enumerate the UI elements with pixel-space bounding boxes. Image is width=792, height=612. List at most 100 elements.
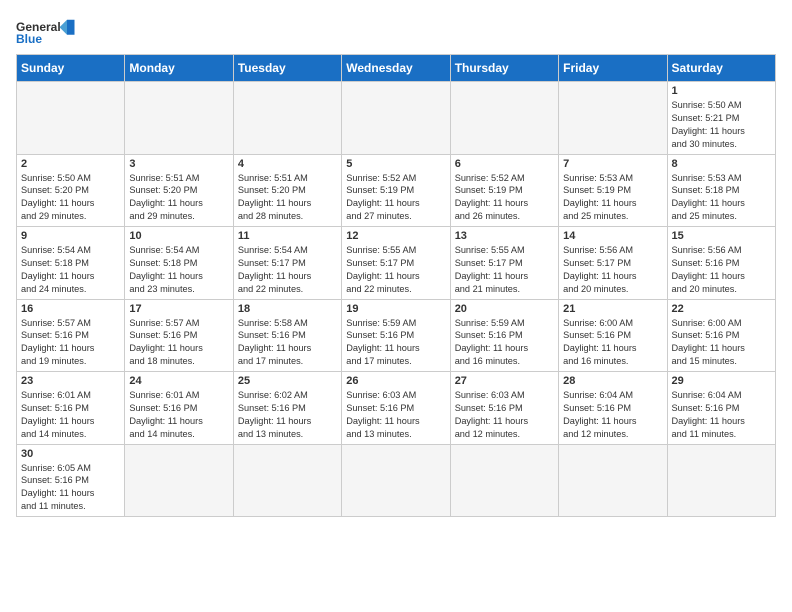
calendar-cell bbox=[233, 444, 341, 517]
logo-svg: General Blue bbox=[16, 16, 76, 46]
calendar-cell: 30Sunrise: 6:05 AM Sunset: 5:16 PM Dayli… bbox=[17, 444, 125, 517]
calendar-header-monday: Monday bbox=[125, 55, 233, 82]
calendar-cell bbox=[667, 444, 775, 517]
calendar-header-row: SundayMondayTuesdayWednesdayThursdayFrid… bbox=[17, 55, 776, 82]
day-number: 5 bbox=[346, 158, 445, 170]
day-info: Sunrise: 6:01 AM Sunset: 5:16 PM Dayligh… bbox=[21, 389, 120, 441]
calendar-cell: 5 Sunrise: 5:52 AM Sunset: 5:19 PM Daylig… bbox=[342, 154, 450, 227]
day-number: 24 bbox=[129, 375, 228, 387]
day-number: 9 bbox=[21, 230, 120, 242]
calendar-header-friday: Friday bbox=[559, 55, 667, 82]
calendar-cell: 11 Sunrise: 5:54 AM Sunset: 5:17 PM Dayli… bbox=[233, 227, 341, 300]
calendar-cell: 6 Sunrise: 5:52 AM Sunset: 5:19 PM Daylig… bbox=[450, 154, 558, 227]
day-number: 1 bbox=[672, 85, 771, 97]
calendar-cell bbox=[559, 82, 667, 155]
calendar-cell: 22Sunrise: 6:00 AM Sunset: 5:16 PM Dayli… bbox=[667, 299, 775, 372]
day-number: 21 bbox=[563, 303, 662, 315]
calendar-cell: 24 Sunrise: 6:01 AM Sunset: 5:16 PM Dayli… bbox=[125, 372, 233, 445]
day-info: Sunrise: 5:53 AM Sunset: 5:19 PM Dayligh… bbox=[563, 172, 662, 224]
calendar-cell: 26 Sunrise: 6:03 AM Sunset: 5:16 PM Dayli… bbox=[342, 372, 450, 445]
day-number: 11 bbox=[238, 230, 337, 242]
svg-text:Blue: Blue bbox=[16, 32, 42, 46]
calendar-cell: 19Sunrise: 5:59 AM Sunset: 5:16 PM Dayli… bbox=[342, 299, 450, 372]
calendar-cell: 7 Sunrise: 5:53 AM Sunset: 5:19 PM Daylig… bbox=[559, 154, 667, 227]
day-number: 29 bbox=[672, 375, 771, 387]
calendar-cell bbox=[125, 444, 233, 517]
calendar-cell: 17 Sunrise: 5:57 AM Sunset: 5:16 PM Dayli… bbox=[125, 299, 233, 372]
day-number: 27 bbox=[455, 375, 554, 387]
calendar-header-thursday: Thursday bbox=[450, 55, 558, 82]
calendar-week-row: 23Sunrise: 6:01 AM Sunset: 5:16 PM Dayli… bbox=[17, 372, 776, 445]
calendar-cell: 3 Sunrise: 5:51 AM Sunset: 5:20 PM Daylig… bbox=[125, 154, 233, 227]
calendar-week-row: 2 Sunrise: 5:50 AM Sunset: 5:20 PM Daylig… bbox=[17, 154, 776, 227]
day-info: Sunrise: 5:51 AM Sunset: 5:20 PM Dayligh… bbox=[129, 172, 228, 224]
day-info: Sunrise: 5:54 AM Sunset: 5:18 PM Dayligh… bbox=[21, 244, 120, 296]
day-number: 13 bbox=[455, 230, 554, 242]
day-info: Sunrise: 6:00 AM Sunset: 5:16 PM Dayligh… bbox=[672, 317, 771, 369]
calendar-cell: 1 Sunrise: 5:50 AM Sunset: 5:21 PM Daylig… bbox=[667, 82, 775, 155]
day-number: 8 bbox=[672, 158, 771, 170]
day-info: Sunrise: 5:50 AM Sunset: 5:21 PM Dayligh… bbox=[672, 99, 771, 151]
day-info: Sunrise: 5:51 AM Sunset: 5:20 PM Dayligh… bbox=[238, 172, 337, 224]
calendar-cell: 21 Sunrise: 6:00 AM Sunset: 5:16 PM Dayli… bbox=[559, 299, 667, 372]
day-number: 12 bbox=[346, 230, 445, 242]
day-info: Sunrise: 5:54 AM Sunset: 5:18 PM Dayligh… bbox=[129, 244, 228, 296]
day-info: Sunrise: 5:50 AM Sunset: 5:20 PM Dayligh… bbox=[21, 172, 120, 224]
header: General Blue bbox=[16, 16, 776, 46]
day-info: Sunrise: 5:57 AM Sunset: 5:16 PM Dayligh… bbox=[21, 317, 120, 369]
calendar-header-tuesday: Tuesday bbox=[233, 55, 341, 82]
calendar-week-row: 16 Sunrise: 5:57 AM Sunset: 5:16 PM Dayli… bbox=[17, 299, 776, 372]
calendar-table: SundayMondayTuesdayWednesdayThursdayFrid… bbox=[16, 54, 776, 517]
day-number: 25 bbox=[238, 375, 337, 387]
day-info: Sunrise: 5:55 AM Sunset: 5:17 PM Dayligh… bbox=[346, 244, 445, 296]
calendar-cell: 23Sunrise: 6:01 AM Sunset: 5:16 PM Dayli… bbox=[17, 372, 125, 445]
day-number: 28 bbox=[563, 375, 662, 387]
calendar-cell bbox=[450, 82, 558, 155]
day-info: Sunrise: 5:59 AM Sunset: 5:16 PM Dayligh… bbox=[455, 317, 554, 369]
calendar-cell: 16 Sunrise: 5:57 AM Sunset: 5:16 PM Dayli… bbox=[17, 299, 125, 372]
day-info: Sunrise: 5:57 AM Sunset: 5:16 PM Dayligh… bbox=[129, 317, 228, 369]
day-info: Sunrise: 6:04 AM Sunset: 5:16 PM Dayligh… bbox=[563, 389, 662, 441]
calendar-cell: 8 Sunrise: 5:53 AM Sunset: 5:18 PM Daylig… bbox=[667, 154, 775, 227]
day-info: Sunrise: 6:05 AM Sunset: 5:16 PM Dayligh… bbox=[21, 462, 120, 514]
day-info: Sunrise: 6:00 AM Sunset: 5:16 PM Dayligh… bbox=[563, 317, 662, 369]
day-info: Sunrise: 5:55 AM Sunset: 5:17 PM Dayligh… bbox=[455, 244, 554, 296]
calendar-cell bbox=[342, 82, 450, 155]
day-number: 4 bbox=[238, 158, 337, 170]
calendar-cell: 12 Sunrise: 5:55 AM Sunset: 5:17 PM Dayli… bbox=[342, 227, 450, 300]
day-number: 2 bbox=[21, 158, 120, 170]
day-number: 15 bbox=[672, 230, 771, 242]
day-number: 6 bbox=[455, 158, 554, 170]
day-info: Sunrise: 6:03 AM Sunset: 5:16 PM Dayligh… bbox=[346, 389, 445, 441]
day-number: 16 bbox=[21, 303, 120, 315]
day-info: Sunrise: 5:52 AM Sunset: 5:19 PM Dayligh… bbox=[346, 172, 445, 224]
calendar-cell: 18 Sunrise: 5:58 AM Sunset: 5:16 PM Dayli… bbox=[233, 299, 341, 372]
day-info: Sunrise: 5:56 AM Sunset: 5:17 PM Dayligh… bbox=[563, 244, 662, 296]
day-number: 10 bbox=[129, 230, 228, 242]
calendar-week-row: 30Sunrise: 6:05 AM Sunset: 5:16 PM Dayli… bbox=[17, 444, 776, 517]
calendar-cell bbox=[342, 444, 450, 517]
day-info: Sunrise: 5:52 AM Sunset: 5:19 PM Dayligh… bbox=[455, 172, 554, 224]
calendar-cell bbox=[233, 82, 341, 155]
day-number: 26 bbox=[346, 375, 445, 387]
day-number: 7 bbox=[563, 158, 662, 170]
calendar-cell: 20 Sunrise: 5:59 AM Sunset: 5:16 PM Dayli… bbox=[450, 299, 558, 372]
day-info: Sunrise: 5:54 AM Sunset: 5:17 PM Dayligh… bbox=[238, 244, 337, 296]
day-info: Sunrise: 5:53 AM Sunset: 5:18 PM Dayligh… bbox=[672, 172, 771, 224]
day-info: Sunrise: 5:58 AM Sunset: 5:16 PM Dayligh… bbox=[238, 317, 337, 369]
calendar-cell: 14Sunrise: 5:56 AM Sunset: 5:17 PM Dayli… bbox=[559, 227, 667, 300]
day-info: Sunrise: 6:02 AM Sunset: 5:16 PM Dayligh… bbox=[238, 389, 337, 441]
day-number: 17 bbox=[129, 303, 228, 315]
calendar-header-wednesday: Wednesday bbox=[342, 55, 450, 82]
calendar-header-saturday: Saturday bbox=[667, 55, 775, 82]
day-number: 3 bbox=[129, 158, 228, 170]
calendar-cell: 10 Sunrise: 5:54 AM Sunset: 5:18 PM Dayli… bbox=[125, 227, 233, 300]
calendar-cell: 13 Sunrise: 5:55 AM Sunset: 5:17 PM Dayli… bbox=[450, 227, 558, 300]
day-info: Sunrise: 6:01 AM Sunset: 5:16 PM Dayligh… bbox=[129, 389, 228, 441]
calendar-week-row: 1 Sunrise: 5:50 AM Sunset: 5:21 PM Daylig… bbox=[17, 82, 776, 155]
calendar-cell: 2 Sunrise: 5:50 AM Sunset: 5:20 PM Daylig… bbox=[17, 154, 125, 227]
day-number: 20 bbox=[455, 303, 554, 315]
calendar-cell bbox=[450, 444, 558, 517]
day-info: Sunrise: 6:03 AM Sunset: 5:16 PM Dayligh… bbox=[455, 389, 554, 441]
day-number: 18 bbox=[238, 303, 337, 315]
